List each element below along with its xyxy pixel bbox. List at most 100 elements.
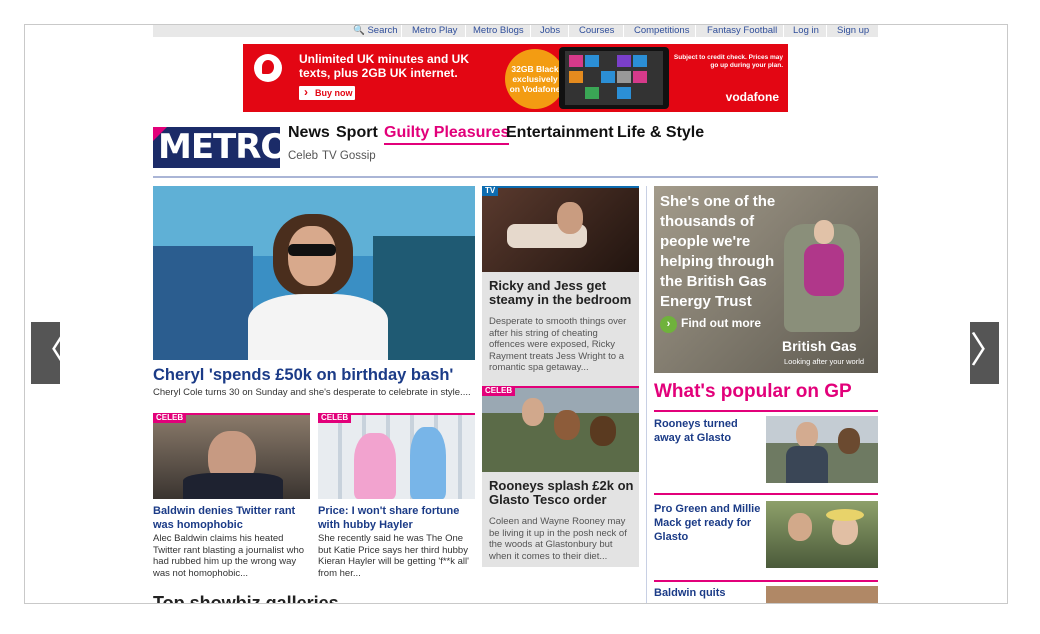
utility-fantasy-football-link[interactable]: Fantasy Football xyxy=(707,25,777,36)
phone-tile xyxy=(585,55,599,67)
image-face xyxy=(522,398,544,426)
image-flower-crown xyxy=(826,509,864,521)
utility-login-link[interactable]: Log in xyxy=(793,25,819,36)
next-arrow-button[interactable]: 〉 xyxy=(970,322,1006,384)
image-sunglasses xyxy=(288,244,336,256)
image-face xyxy=(838,428,860,454)
image-suit xyxy=(183,473,283,499)
phone-screen xyxy=(565,51,663,105)
utility-separator xyxy=(695,25,696,37)
image-face xyxy=(788,513,812,541)
browser-frame: 🔍 Search Metro Play Metro Blogs Jobs Cou… xyxy=(24,24,1008,604)
popular-title: What's popular on GP xyxy=(654,381,852,402)
story-headline[interactable]: Price: I won't share fortune with hubby … xyxy=(318,504,478,532)
image-bus-side xyxy=(373,236,475,360)
image-face xyxy=(796,422,818,448)
utility-signup-link[interactable]: Sign up xyxy=(837,25,869,36)
story-headline[interactable]: Baldwin denies Twitter rant was homophob… xyxy=(153,504,313,532)
lead-story-image[interactable] xyxy=(153,186,475,360)
image-face xyxy=(288,226,336,286)
popular-item-image[interactable] xyxy=(766,416,878,483)
story-image-baldwin[interactable]: CELEB xyxy=(153,413,310,499)
phone-tile xyxy=(569,71,583,83)
logo-text: METRO xyxy=(158,127,280,167)
lead-dek: Cheryl Cole turns 30 on Sunday and she's… xyxy=(153,387,471,398)
popular-item-link[interactable]: Pro Green and Millie Mack get ready for … xyxy=(654,502,764,544)
nav-guilty-pleasures[interactable]: Guilty Pleasures xyxy=(384,124,510,145)
utility-separator xyxy=(465,25,466,37)
utility-separator xyxy=(826,25,827,37)
utility-metro-blogs-link[interactable]: Metro Blogs xyxy=(473,25,524,36)
image-bus xyxy=(153,246,253,360)
ad-tagline: Looking after your world xyxy=(784,357,865,366)
utility-bar: 🔍 Search Metro Play Metro Blogs Jobs Cou… xyxy=(153,25,878,37)
nav-entertainment[interactable]: Entertainment xyxy=(506,124,614,142)
image-face xyxy=(590,416,616,446)
popular-item-link[interactable]: Rooneys turned away at Glasto xyxy=(654,417,754,445)
popular-item-image[interactable] xyxy=(766,586,878,603)
utility-jobs-link[interactable]: Jobs xyxy=(540,25,560,36)
popular-item-link[interactable]: Baldwin quits xyxy=(654,586,764,600)
ad-body-text: She's one of the thousands of people we'… xyxy=(660,193,776,310)
story-image-price[interactable]: CELEB xyxy=(318,413,475,499)
chevron-right-icon: › xyxy=(660,316,677,333)
image-jacket xyxy=(786,446,828,483)
image-person xyxy=(557,202,583,234)
utility-courses-link[interactable]: Courses xyxy=(579,25,614,36)
story-dek: Alec Baldwin claims his heated Twitter r… xyxy=(153,533,305,579)
nav-news[interactable]: News xyxy=(288,124,330,142)
story-card-ricky-jess[interactable]: TV Ricky and Jess get steamy in the bedr… xyxy=(482,186,639,406)
image-blue-suit xyxy=(410,427,446,499)
utility-separator xyxy=(530,25,531,37)
phone-tile xyxy=(617,71,631,83)
phone-tile xyxy=(633,71,647,83)
subnav-celeb[interactable]: Celeb xyxy=(288,150,318,162)
image-top xyxy=(248,294,388,360)
column-divider xyxy=(646,186,647,603)
subnav-tv-gossip[interactable]: TV Gossip xyxy=(322,150,376,162)
story-tag: CELEB xyxy=(153,413,187,423)
ad-find-out-more[interactable]: › Find out more xyxy=(660,316,761,333)
ad-brand: vodafone xyxy=(725,90,779,104)
utility-separator xyxy=(401,25,402,37)
image-backdrop xyxy=(318,415,475,499)
ad-cta-label: Find out more xyxy=(681,316,761,330)
story-headline[interactable]: Ricky and Jess get steamy in the bedroom xyxy=(489,279,635,307)
ad-woman-face xyxy=(814,220,834,244)
metro-logo[interactable]: METRO xyxy=(153,127,280,168)
popular-rule xyxy=(654,410,878,412)
nav-life-style[interactable]: Life & Style xyxy=(617,124,704,142)
story-image-rooneys: CELEB xyxy=(482,386,639,472)
story-headline[interactable]: Rooneys splash £2k on Glasto Tesco order xyxy=(489,479,635,507)
story-tag: CELEB xyxy=(318,413,352,423)
popular-rule xyxy=(654,580,878,582)
lead-headline[interactable]: Cheryl 'spends £50k on birthday bash' xyxy=(153,365,483,385)
previous-arrow-button[interactable]: 〈 xyxy=(31,322,67,384)
british-gas-ad[interactable]: She's one of the thousands of people we'… xyxy=(654,186,878,373)
utility-search-label: Search xyxy=(367,25,398,36)
story-card-rooneys[interactable]: CELEB Rooneys splash £2k on Glasto Tesco… xyxy=(482,386,639,567)
popular-item-image[interactable] xyxy=(766,501,878,568)
utility-metro-play-link[interactable]: Metro Play xyxy=(412,25,457,36)
utility-competitions-link[interactable]: Competitions xyxy=(634,25,689,36)
utility-separator xyxy=(623,25,624,37)
ad-badge: 32GB Black exclusively on Vodafone xyxy=(505,49,565,109)
utility-separator xyxy=(568,25,569,37)
story-tag: TV xyxy=(482,186,499,196)
phone-tile xyxy=(617,87,631,99)
image-face xyxy=(554,410,580,440)
story-image-ricky-jess: TV xyxy=(482,186,639,272)
logo-corner xyxy=(153,127,167,141)
ad-headline: Unlimited UK minutes and UK texts, plus … xyxy=(299,52,470,80)
story-tag: CELEB xyxy=(482,386,516,396)
masthead-rule xyxy=(153,176,878,178)
ad-fineprint: Subject to credit check. Prices may go u… xyxy=(673,54,783,69)
galleries-title: Top showbiz galleries xyxy=(153,593,339,604)
phone-tile xyxy=(585,87,599,99)
utility-search-link[interactable]: 🔍 Search xyxy=(353,25,398,36)
nav-sport[interactable]: Sport xyxy=(336,124,378,142)
ad-buy-now-button[interactable]: Buy now xyxy=(299,85,355,100)
image-pink-dress xyxy=(354,433,396,499)
vodafone-banner-ad[interactable]: Unlimited UK minutes and UK texts, plus … xyxy=(243,44,788,112)
utility-separator xyxy=(783,25,784,37)
